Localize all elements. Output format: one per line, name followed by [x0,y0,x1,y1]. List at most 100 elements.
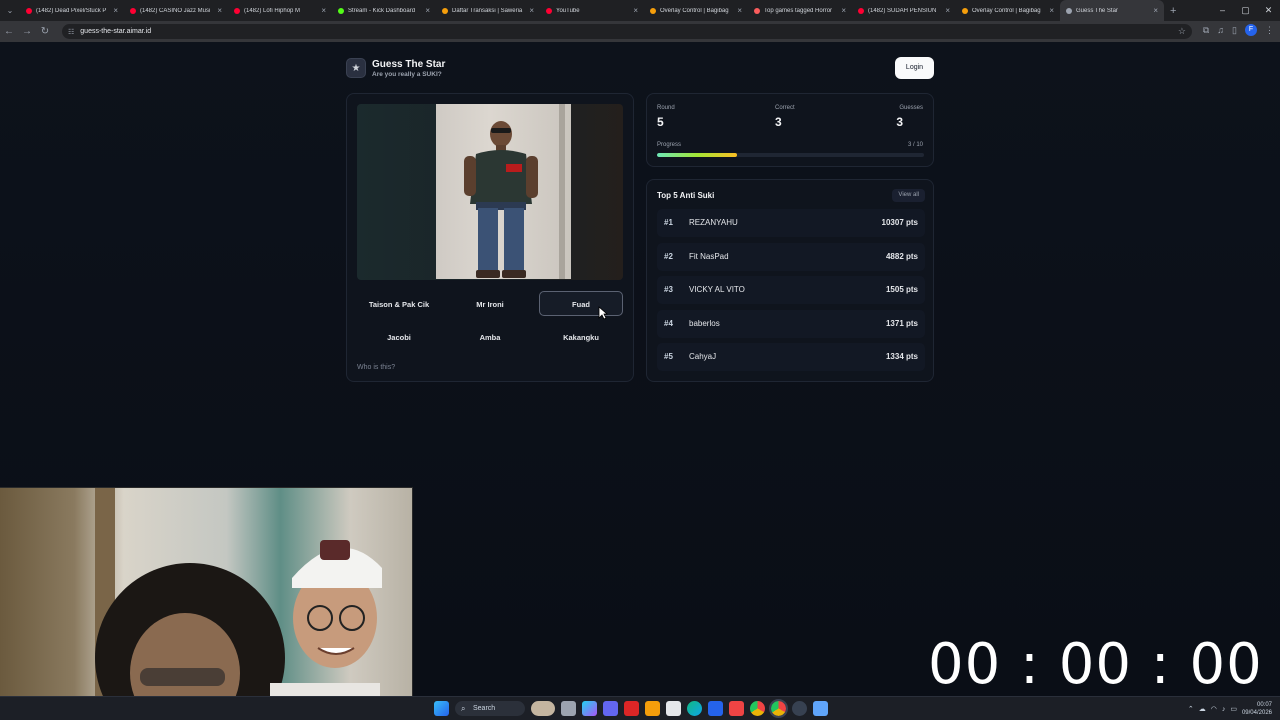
system-tray: ⌃ ☁ ◠ ♪ ▭ 00:07 09/04/2026 [1188,701,1272,717]
toolbar-actions: ⧉ ♫ ▯ F ⋮ [1203,24,1274,36]
office-icon[interactable] [624,701,639,716]
browser-toolbar: ← → ↻ ☷ guess-the-star.aimar.id ☆ ⧉ ♫ ▯ … [0,21,1280,42]
menu-kebab-icon[interactable]: ⋮ [1265,25,1274,36]
media-player-icon[interactable] [708,701,723,716]
battery-icon[interactable]: ▭ [1230,705,1237,713]
system-clock[interactable]: 00:07 09/04/2026 [1242,701,1272,717]
sidepanel-icon[interactable]: ▯ [1232,25,1237,36]
browser-tab[interactable]: (1482) CASINO Jazz Musi × [124,0,228,21]
windows-start-icon[interactable] [434,701,449,716]
tab-favicon-icon [650,7,656,14]
wifi-icon[interactable]: ◠ [1211,705,1217,713]
media-icon[interactable]: ♫ [1217,25,1224,35]
youtube-icon[interactable] [729,701,744,716]
address-bar[interactable]: ☷ guess-the-star.aimar.id ☆ [62,24,1192,39]
edge-icon[interactable] [687,701,702,716]
tab-title: (1482) SUDAH PENSIUN [868,7,937,14]
tab-close-icon[interactable]: × [1153,6,1158,15]
browser-tab[interactable]: Overlay Control | Bagibag × [644,0,748,21]
photo-frame [357,104,623,280]
app-title: Guess The Star [372,58,446,70]
leaderboard-rank: #2 [664,251,673,261]
tab-favicon-icon [234,7,240,14]
leaderboard-row: #4 baberlos 1371 pts [657,309,925,338]
browser-tab[interactable]: Overlay Control | Bagibag × [956,0,1060,21]
star-icon: ★ [346,58,366,78]
store-icon[interactable] [666,701,681,716]
leaderboard-row: #5 CahyaJ 1334 pts [657,343,925,372]
tab-close-icon[interactable]: × [217,6,222,15]
volume-icon[interactable]: ♪ [1222,706,1226,713]
tab-close-icon[interactable]: × [321,6,326,15]
onedrive-icon[interactable]: ☁ [1199,705,1206,713]
game-card: Taison & Pak Cik Mr Ironi Fuad Jacobi Amba Ka… [346,93,634,382]
tab-title: (1482) Dead Pixel/Stuck P [36,7,107,14]
tab-favicon-icon [754,7,760,14]
close-window-icon[interactable]: ✕ [1257,0,1280,21]
browser-tab[interactable]: Top games tagged Horror × [748,0,852,21]
tab-close-icon[interactable]: × [633,6,638,15]
tab-close-icon[interactable]: × [529,6,534,15]
tab-title: Overlay Control | Bagibag [660,7,729,14]
url-text: guess-the-star.aimar.id [80,28,152,35]
bookmark-star-icon[interactable]: ☆ [1178,26,1186,37]
window-controls: – ▢ ✕ [1211,0,1280,21]
answer-choice-button[interactable]: Fuad [539,291,623,316]
teams-icon[interactable] [603,701,618,716]
chrome-active-icon[interactable] [769,699,788,718]
answer-choice-button[interactable]: Taison & Pak Cik [357,292,441,317]
reload-icon[interactable]: ↻ [36,26,54,37]
site-info-icon[interactable]: ☷ [68,28,74,36]
browser-tab[interactable]: Stream - Kick Dashboard × [332,0,436,21]
login-button[interactable]: Login [895,57,934,79]
leaderboard-name: Fit NasPad [689,251,729,261]
tab-favicon-icon [962,7,968,14]
answer-choice-button[interactable]: Mr Ironi [448,292,532,317]
tab-favicon-icon [130,7,136,14]
browser-tab[interactable]: (1482) Dead Pixel/Stuck P × [20,0,124,21]
app-subtitle: Are you really a SUKI? [372,70,442,78]
minimize-icon[interactable]: – [1211,0,1234,21]
taskbar-search-label: Search [473,705,496,712]
tab-search-icon[interactable]: ⌄ [0,0,20,21]
obs-icon[interactable] [792,701,807,716]
browser-tab[interactable]: YouTube × [540,0,644,21]
taskbar-search[interactable]: ⌕ Search [455,701,525,716]
browser-tab[interactable]: Guess The Star × [1060,0,1164,21]
tab-close-icon[interactable]: × [425,6,430,15]
extensions-icon[interactable]: ⧉ [1203,25,1209,36]
task-view-icon[interactable] [561,701,576,716]
view-all-button[interactable]: View all [892,189,925,202]
tab-close-icon[interactable]: × [841,6,846,15]
tab-close-icon[interactable]: × [1049,6,1054,15]
tab-title: (1482) CASINO Jazz Musi [140,7,211,14]
browser-tab[interactable]: (1482) Lofi Hiphop M × [228,0,332,21]
answer-choice-button[interactable]: Kakangku [539,325,623,350]
correct-value: 3 [775,115,782,129]
progress-text: 3 / 10 [907,142,923,148]
profile-avatar[interactable]: F [1245,24,1257,36]
chrome-icon[interactable] [750,701,765,716]
copilot-icon[interactable] [582,701,597,716]
new-tab-button[interactable]: + [1170,5,1176,17]
tab-close-icon[interactable]: × [113,6,118,15]
browser-tab[interactable]: (1482) SUDAH PENSIUN × [852,0,956,21]
app-icon[interactable] [813,701,828,716]
forward-icon[interactable]: → [18,26,36,37]
leaderboard-rank: #5 [664,352,673,362]
browser-tab[interactable]: Daftar Transaksi | Saweria × [436,0,540,21]
tab-close-icon[interactable]: × [945,6,950,15]
answer-choice-button[interactable]: Amba [448,325,532,350]
widgets-icon[interactable] [531,701,555,716]
leaderboard-points: 4882 pts [885,251,918,261]
answer-choice-button[interactable]: Jacobi [357,325,441,350]
leaderboard-row: #3 VICKY AL VITO 1505 pts [657,276,925,305]
back-icon[interactable]: ← [0,26,18,37]
guesses-value: 3 [896,115,903,129]
leaderboard-row: #2 Fit NasPad 4882 pts [657,242,925,271]
leaderboard-name: VICKY AL VITO [689,285,745,295]
maximize-icon[interactable]: ▢ [1234,0,1257,21]
file-explorer-icon[interactable] [645,701,660,716]
tray-chevron-icon[interactable]: ⌃ [1188,705,1194,713]
tab-close-icon[interactable]: × [737,6,742,15]
